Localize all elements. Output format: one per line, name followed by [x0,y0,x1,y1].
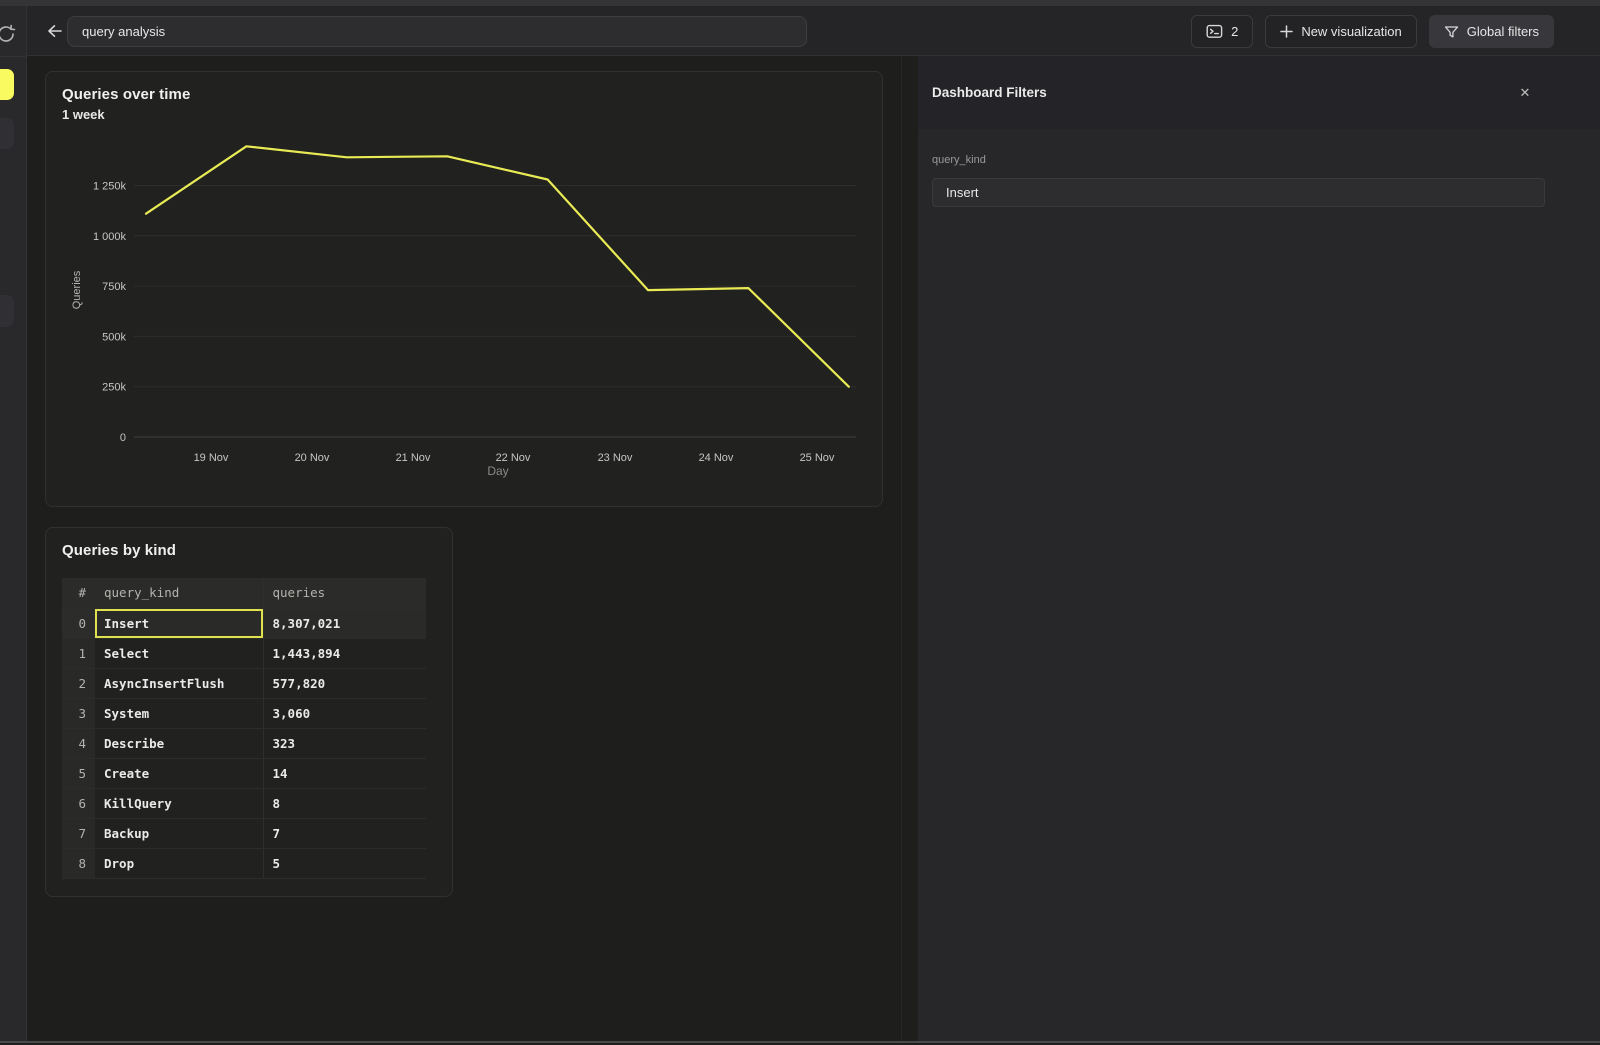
terminal-window-icon [1206,24,1223,39]
queries-value-cell[interactable]: 5 [263,848,426,878]
queries-value-cell[interactable]: 8,307,021 [263,608,426,638]
x-tick-label: 22 Nov [496,452,531,464]
query-kind-cell[interactable]: Describe [95,728,263,758]
query-kind-cell[interactable]: Select [95,638,263,668]
row-index-cell: 3 [62,698,95,728]
dashboard-canvas: Queries over time 1 week 1 250k1 000k750… [27,56,918,1041]
back-button[interactable] [41,18,67,44]
new-visualization-button[interactable]: New visualization [1265,15,1416,48]
dashboard-filters-panel: Dashboard Filters ✕ query_kind [918,56,1600,1041]
topbar: 2 New visualization Global filters [27,6,1600,56]
query-kind-cell[interactable]: System [95,698,263,728]
queries-value-cell[interactable]: 3,060 [263,698,426,728]
table-row: 3System3,060 [62,698,426,728]
x-axis-title: Day [487,464,508,478]
row-index-cell: 8 [62,848,95,878]
topbar-actions: 2 New visualization Global filters [1191,15,1554,48]
col-header-index: # [62,578,95,608]
table-row: 1Select1,443,894 [62,638,426,668]
query-kind-cell[interactable]: Drop [95,848,263,878]
query-kind-filter-input[interactable] [932,178,1545,207]
queries-value-cell[interactable]: 7 [263,818,426,848]
x-tick-label: 25 Nov [800,452,835,464]
row-index-cell: 6 [62,788,95,818]
query-kind-cell[interactable]: Create [95,758,263,788]
refresh-icon[interactable] [0,23,17,45]
sidebar-item-2[interactable] [0,118,14,149]
queries-value-cell[interactable]: 577,820 [263,668,426,698]
sidebar-item-3[interactable] [0,295,14,327]
table-row: 2AsyncInsertFlush577,820 [62,668,426,698]
queries-by-kind-card: Queries by kind # query_kind queries 0In… [45,527,453,897]
queries-value-cell[interactable]: 14 [263,758,426,788]
left-sidebar [0,6,27,1041]
global-filters-button[interactable]: Global filters [1429,15,1554,48]
x-tick-label: 21 Nov [396,452,431,464]
queries-by-kind-table: # query_kind queries 0Insert8,307,0211Se… [62,578,426,879]
queries-value-cell[interactable]: 323 [263,728,426,758]
y-tick-label: 1 000k [93,231,127,243]
table-row: 4Describe323 [62,728,426,758]
dashboard-name-input[interactable] [67,16,807,47]
col-header-query-kind: query_kind [95,578,263,608]
query-kind-cell[interactable]: Backup [95,818,263,848]
table-row: 0Insert8,307,021 [62,608,426,638]
y-tick-label: 0 [120,432,126,444]
table-row: 7Backup7 [62,818,426,848]
y-tick-label: 250k [102,382,126,394]
y-tick-label: 1 250k [93,181,127,193]
queries-value-cell[interactable]: 8 [263,788,426,818]
filters-panel-body: query_kind [918,129,1600,207]
sidebar-item-active[interactable] [0,69,14,100]
col-header-queries: queries [263,578,426,608]
table-row: 6KillQuery8 [62,788,426,818]
queries-value-cell[interactable]: 1,443,894 [263,638,426,668]
row-index-cell: 0 [62,608,95,638]
x-tick-label: 20 Nov [295,452,330,464]
console-count-label: 2 [1231,24,1238,39]
row-index-cell: 4 [62,728,95,758]
y-tick-label: 500k [102,331,126,343]
funnel-icon [1444,25,1459,39]
filter-field-label: query_kind [932,154,1545,166]
table-header-row: # query_kind queries [62,578,426,608]
x-tick-label: 24 Nov [699,452,734,464]
table-card-header: Queries by kind [62,542,176,559]
plus-icon [1280,25,1293,38]
canvas-right-edge [901,56,902,1041]
x-tick-label: 23 Nov [598,452,633,464]
queries-over-time-line-chart[interactable]: 1 250k 1 000k 750k 500k 250k 0 19 Nov 20 Nov 21 … [46,72,882,506]
row-index-cell: 1 [62,638,95,668]
arrow-left-icon [46,23,63,39]
sidebar-divider [0,56,27,57]
new-visualization-label: New visualization [1301,24,1401,39]
y-axis-title: Queries [71,270,83,309]
y-tick-label: 750k [102,281,126,293]
queries-over-time-card: Queries over time 1 week 1 250k1 000k750… [45,71,883,507]
row-index-cell: 7 [62,818,95,848]
filters-panel-header: Dashboard Filters ✕ [918,56,1600,129]
query-kind-cell[interactable]: AsyncInsertFlush [95,668,263,698]
query-kind-cell[interactable]: Insert [95,608,263,638]
horizontal-scrollbar[interactable] [0,1041,1600,1043]
filters-panel-title: Dashboard Filters [932,85,1047,100]
x-tick-label: 19 Nov [194,452,229,464]
query-kind-cell[interactable]: KillQuery [95,788,263,818]
table-title: Queries by kind [62,542,176,559]
close-icon[interactable]: ✕ [1516,84,1534,102]
row-index-cell: 2 [62,668,95,698]
console-count-button[interactable]: 2 [1191,15,1253,48]
global-filters-label: Global filters [1467,24,1539,39]
queries-series-line [146,146,849,386]
table-row: 8Drop5 [62,848,426,878]
row-index-cell: 5 [62,758,95,788]
table-row: 5Create14 [62,758,426,788]
